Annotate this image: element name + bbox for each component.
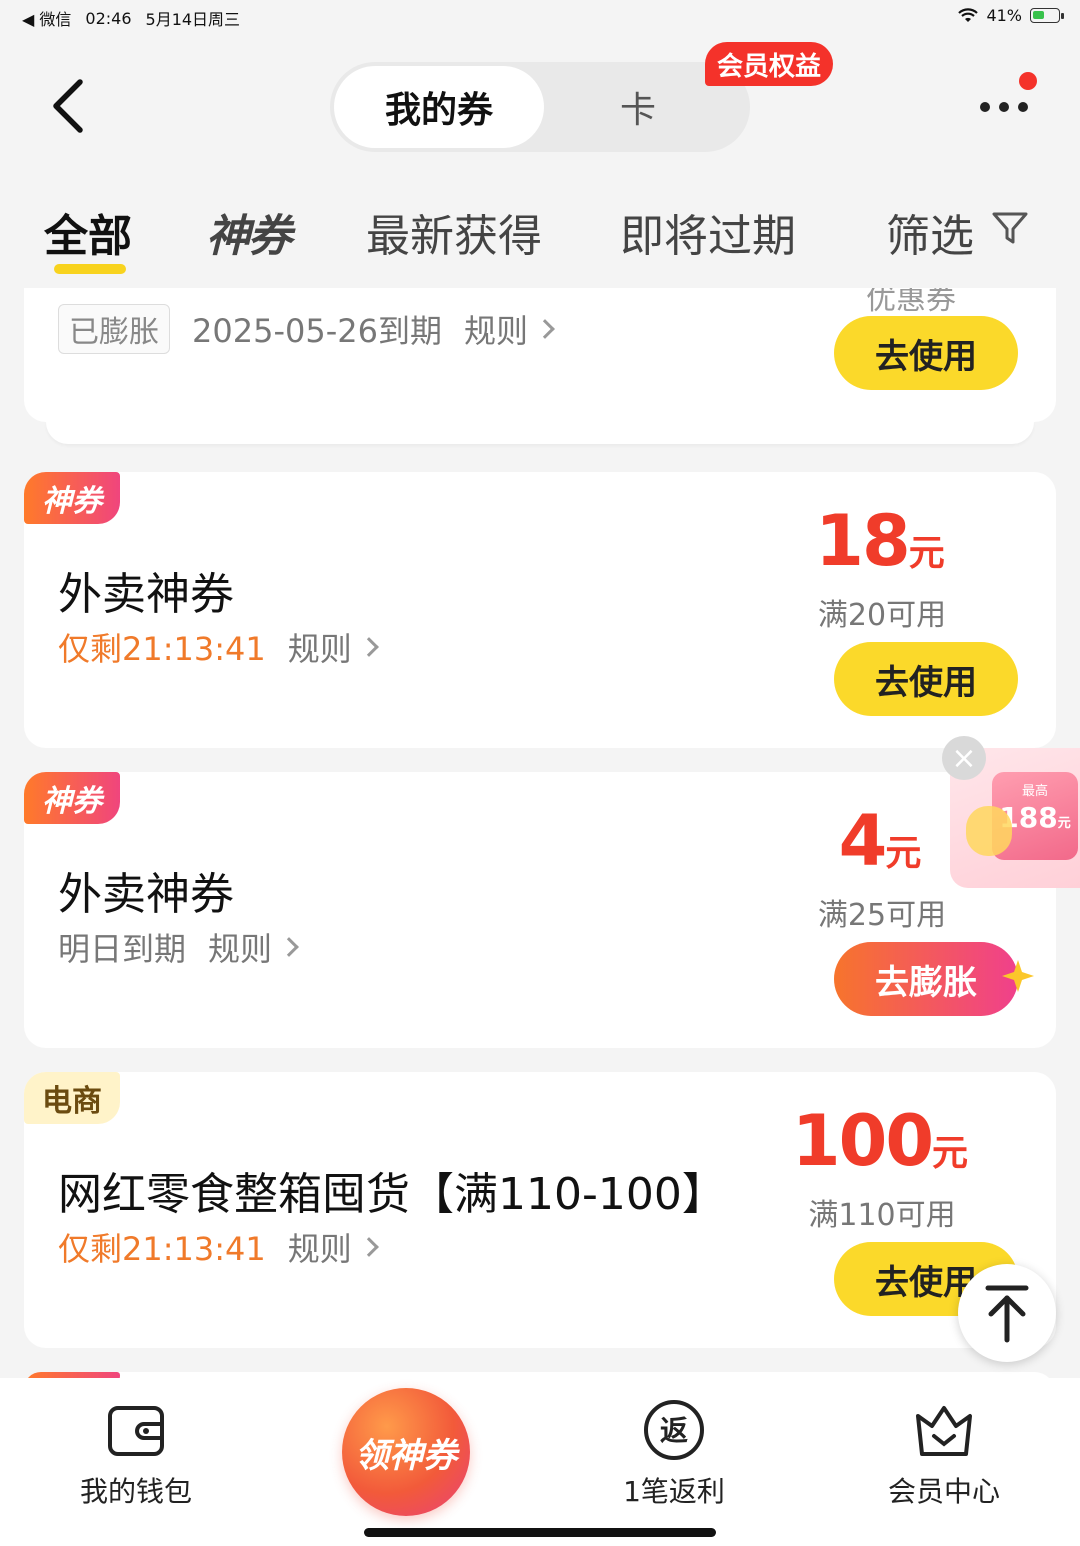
- filter-funnel-icon[interactable]: [990, 208, 1030, 248]
- back-to-app-link[interactable]: ◀ 微信: [22, 6, 71, 30]
- promo-top-text: 最高: [1021, 784, 1048, 799]
- tab-my-coupons[interactable]: 我的券: [334, 66, 544, 148]
- rules-link[interactable]: 规则: [208, 924, 299, 970]
- bottom-nav: 我的钱包 领神券 返 1笔返利 会员中心: [0, 1378, 1080, 1546]
- status-right: 41%: [958, 6, 1064, 25]
- hand-icon: [966, 806, 1012, 856]
- status-bar: ◀ 微信 02:46 5月14日周三 41%: [0, 0, 1080, 34]
- tab-filter[interactable]: 筛选: [886, 200, 974, 264]
- amount-value: 100: [791, 1100, 934, 1182]
- rules-link[interactable]: 规则: [463, 306, 555, 352]
- coupon-title: 网红零食整箱囤货【满110-100】: [58, 1169, 726, 1220]
- crown-icon: [916, 1406, 972, 1456]
- coupon-meta: 仅剩21:13:41 规则: [58, 1224, 379, 1270]
- countdown-timer: 仅剩21:13:41: [58, 630, 266, 668]
- coupon-title: 外卖神券: [58, 569, 234, 620]
- coupon-list: 优惠券 已膨胀 2025-05-26到期 规则 去使用 神券 外卖神券 仅剩21…: [0, 288, 1080, 1378]
- chevron-left-icon: [53, 79, 83, 133]
- coupon-meta: 仅剩21:13:41 规则: [58, 624, 379, 670]
- tab-newest[interactable]: 最新获得: [366, 200, 542, 264]
- amount-unit: 元: [908, 533, 945, 574]
- member-benefits-badge[interactable]: 会员权益: [705, 42, 834, 86]
- rules-label: 规则: [463, 312, 528, 350]
- more-dot-icon: [1018, 102, 1028, 112]
- sparkle-icon: [1002, 960, 1034, 992]
- stacked-card-edge: [46, 422, 1034, 444]
- nav-rebate-label: 1笔返利: [623, 1475, 725, 1508]
- close-icon: ×: [951, 740, 977, 776]
- rules-label: 规则: [287, 1230, 352, 1268]
- filter-tabs: 全部 神券 最新获得 即将过期 筛选: [0, 190, 1080, 280]
- status-badge: 已膨胀: [58, 304, 170, 354]
- inflate-coupon-button[interactable]: 去膨胀: [834, 942, 1018, 1016]
- partial-label: 优惠券: [866, 288, 956, 317]
- rebate-icon: 返: [644, 1400, 704, 1460]
- status-time: 02:46: [85, 8, 132, 28]
- coupon-card[interactable]: 电商 网红零食整箱囤货【满110-100】 仅剩21:13:41 规则 100元…: [24, 1072, 1056, 1348]
- coupon-amount: 18元: [770, 500, 990, 582]
- rules-label: 规则: [287, 630, 352, 668]
- amount-unit: 元: [885, 833, 922, 874]
- nav-member-center-label: 会员中心: [887, 1475, 1000, 1508]
- coupon-card-switch: 我的券 卡: [330, 62, 750, 152]
- notification-dot: [1019, 72, 1037, 90]
- coupon-card[interactable]: 优惠券 已膨胀 2025-05-26到期 规则 去使用: [24, 288, 1056, 422]
- wifi-icon: [958, 7, 979, 22]
- chevron-right-icon: [358, 1237, 379, 1257]
- chevron-right-icon: [535, 319, 555, 339]
- promo-amount-unit: 元: [1057, 816, 1071, 831]
- use-coupon-button[interactable]: 去使用: [834, 316, 1018, 390]
- coupon-card[interactable]: 神券 外卖神券 明日到期 规则 4元 满25可用 去膨胀: [24, 772, 1056, 1048]
- tab-super-coupons[interactable]: 神券: [206, 200, 292, 264]
- nav-wallet-label: 我的钱包: [79, 1475, 192, 1508]
- more-dot-icon: [980, 102, 990, 112]
- expiry-date: 明日到期: [58, 930, 187, 968]
- coupon-title: 外卖神券: [58, 869, 234, 920]
- chevron-right-icon: [358, 637, 379, 657]
- scroll-to-top-button[interactable]: [958, 1264, 1056, 1362]
- rules-link[interactable]: 规则: [287, 1224, 379, 1270]
- tab-expiring-soon[interactable]: 即将过期: [620, 200, 796, 264]
- tab-cards[interactable]: 卡: [558, 66, 718, 148]
- close-promo-button[interactable]: ×: [942, 736, 986, 780]
- active-tab-indicator: [54, 264, 126, 274]
- super-coupon-tag: 神券: [24, 772, 120, 824]
- rules-link[interactable]: 规则: [287, 624, 379, 670]
- chevron-right-icon: [279, 937, 299, 957]
- expiry-date: 2025-05-26到期: [192, 312, 442, 350]
- usage-threshold: 满20可用: [817, 598, 947, 633]
- battery-icon: [1030, 8, 1064, 23]
- wallet-icon: [108, 1406, 164, 1456]
- ecommerce-tag: 电商: [24, 1072, 120, 1124]
- super-coupon-tag: 神券: [24, 472, 120, 524]
- usage-threshold: 满110可用: [808, 1198, 956, 1233]
- home-indicator: [364, 1528, 716, 1537]
- status-left: ◀ 微信 02:46 5月14日周三: [22, 6, 240, 30]
- tab-all[interactable]: 全部: [44, 200, 132, 264]
- usage-threshold: 满25可用: [817, 898, 947, 933]
- coupon-amount: 100元: [770, 1100, 990, 1182]
- countdown-timer: 仅剩21:13:41: [58, 1230, 266, 1268]
- back-button[interactable]: [40, 70, 100, 140]
- nav-rebate[interactable]: 返 1笔返利: [574, 1378, 774, 1518]
- battery-percent: 41%: [986, 6, 1022, 25]
- coupon-meta: 明日到期 规则: [58, 924, 299, 970]
- get-super-coupons-button[interactable]: 领神券: [342, 1388, 470, 1516]
- coupon-card[interactable]: 神券 外卖神券 仅剩21:13:41 规则 18元 满20可用 去使用: [24, 472, 1056, 748]
- rules-label: 规则: [208, 930, 273, 968]
- amount-value: 18: [815, 500, 910, 582]
- nav-member-center[interactable]: 会员中心: [844, 1378, 1044, 1518]
- amount-unit: 元: [932, 1133, 969, 1174]
- rebate-glyph: 返: [660, 1414, 688, 1447]
- coupon-meta: 已膨胀 2025-05-26到期 规则: [58, 304, 555, 354]
- nav-wallet[interactable]: 我的钱包: [36, 1378, 236, 1518]
- more-dot-icon: [999, 102, 1009, 112]
- amount-value: 4: [838, 800, 888, 882]
- use-coupon-button[interactable]: 去使用: [834, 642, 1018, 716]
- status-date: 5月14日周三: [145, 10, 241, 29]
- arrow-up-icon: [985, 1285, 1029, 1343]
